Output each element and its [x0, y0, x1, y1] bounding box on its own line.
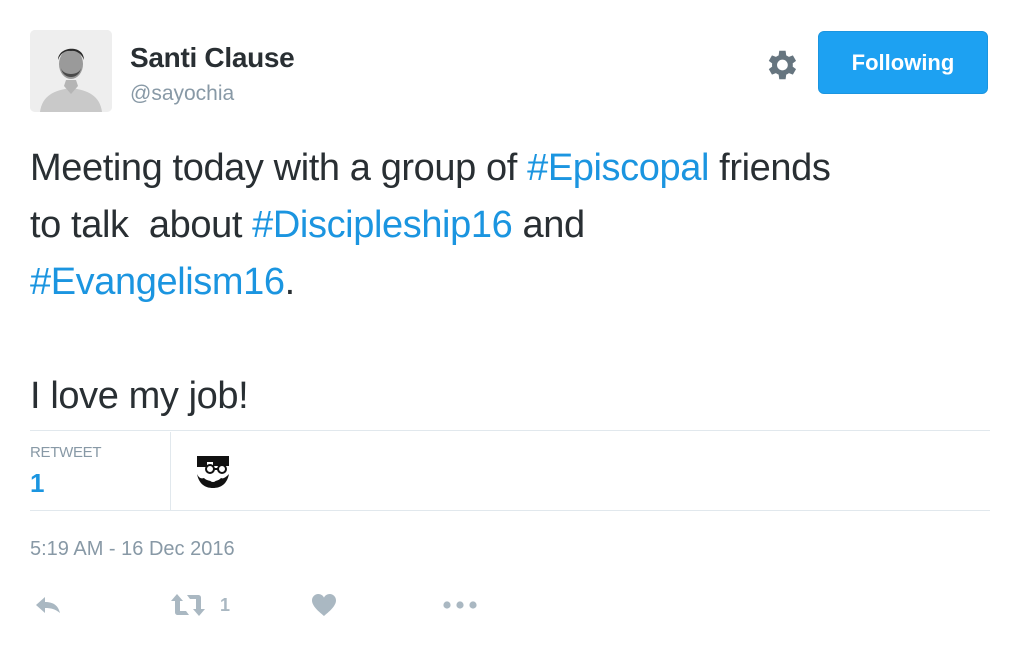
hashtag-link[interactable]: #Episcopal: [527, 147, 709, 189]
retweet-icon: [171, 594, 205, 616]
user-handle[interactable]: @sayochia: [130, 82, 234, 106]
more-dots-icon: [443, 601, 477, 609]
retweet-stat-count[interactable]: 1: [30, 468, 44, 499]
divider: [30, 510, 990, 511]
tweet-text-segment: .: [284, 261, 296, 303]
reply-button[interactable]: [33, 590, 63, 620]
like-button[interactable]: [311, 590, 337, 620]
divider: [30, 430, 990, 431]
tweet-timestamp[interactable]: 5:19 AM - 16 Dec 2016: [30, 538, 235, 561]
stats-separator: [170, 432, 171, 511]
heart-icon: [312, 594, 336, 616]
tweet-line: #Evangelism16.: [30, 254, 1005, 311]
user-avatar-photo: [30, 30, 112, 112]
hashtag-link[interactable]: #Evangelism16: [30, 261, 285, 303]
following-button[interactable]: Following: [818, 31, 988, 94]
more-button[interactable]: [442, 590, 478, 620]
retweet-button[interactable]: 1: [170, 590, 230, 620]
user-avatar[interactable]: [30, 30, 112, 112]
tweet-text-segment: friends: [709, 147, 831, 189]
tweet-text-segment: to talk about: [30, 204, 253, 246]
tweet-text-segment: Meeting today with a group of: [30, 147, 528, 189]
reply-icon: [36, 597, 60, 613]
gear-icon[interactable]: [762, 46, 800, 84]
retweet-count: 1: [220, 594, 231, 615]
hashtag-link[interactable]: #Discipleship16: [252, 204, 513, 246]
tweet-text-segment: and: [512, 204, 585, 246]
tweet-line: I love my job!: [30, 375, 249, 417]
user-display-name[interactable]: Santi Clause: [130, 42, 295, 74]
tweet-line: to talk about #Discipleship16 and: [30, 197, 1005, 254]
retweet-stat-label: RETWEET: [30, 444, 102, 461]
retweeter-avatar[interactable]: [193, 450, 233, 490]
tweet-text: Meeting today with a group of #Episcopal…: [30, 140, 1005, 425]
tweet-line: Meeting today with a group of #Episcopal…: [30, 140, 1005, 197]
